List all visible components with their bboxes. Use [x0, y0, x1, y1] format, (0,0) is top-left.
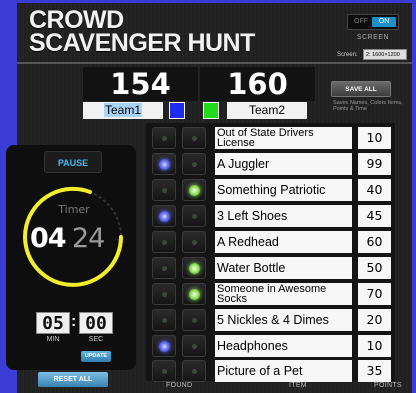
table-row: 5 Nickles & 4 Dimes 20	[146, 308, 395, 332]
team2-color-swatch[interactable]	[203, 102, 219, 119]
item-field[interactable]: A Redhead	[215, 231, 352, 253]
team2-found-button[interactable]	[182, 153, 206, 175]
team2-name-field[interactable]: Team2	[227, 102, 307, 119]
points-field[interactable]: 60	[358, 231, 391, 253]
points-field[interactable]: 10	[358, 127, 391, 149]
item-field[interactable]: A Juggler	[215, 153, 352, 175]
table-row: Something Patriotic 40	[146, 178, 395, 202]
content-layer: 154 160 Team1 Team2 SAVE ALL Saves Names…	[6, 3, 412, 393]
points-field[interactable]: 50	[358, 257, 391, 279]
team1-found-button[interactable]	[152, 153, 176, 175]
pause-button[interactable]: PAUSE	[44, 151, 102, 173]
points-field[interactable]: 40	[358, 179, 391, 201]
team1-color-swatch[interactable]	[169, 102, 185, 119]
save-note: Saves Names, Colors Items, Points & Time	[333, 100, 403, 113]
team1-found-button[interactable]	[152, 360, 176, 382]
item-field[interactable]: Water Bottle	[215, 257, 352, 279]
team1-found-button[interactable]	[152, 179, 176, 201]
timer-seconds: 24	[72, 223, 105, 254]
update-button[interactable]: UPDATE	[81, 351, 111, 362]
item-field[interactable]: Something Patriotic	[215, 179, 352, 201]
points-field[interactable]: 70	[358, 283, 391, 305]
item-field[interactable]: Out of State Drivers License	[215, 127, 352, 149]
table-row: Out of State Drivers License 10	[146, 126, 395, 150]
team1-found-button[interactable]	[152, 257, 176, 279]
time-colon: :	[71, 313, 77, 330]
team2-found-button[interactable]	[182, 309, 206, 331]
table-row: A Redhead 60	[146, 230, 395, 254]
item-field[interactable]: 3 Left Shoes	[215, 205, 352, 227]
team1-found-button[interactable]	[152, 205, 176, 227]
team1-name-text: Team1	[103, 103, 143, 117]
team2-found-button[interactable]	[182, 335, 206, 357]
team1-score: 154	[83, 67, 198, 101]
found-column-header: FOUND	[166, 382, 193, 389]
team1-found-button[interactable]	[152, 335, 176, 357]
team2-found-button[interactable]	[182, 283, 206, 305]
minutes-input[interactable]: 05	[36, 312, 70, 334]
points-field[interactable]: 99	[358, 153, 391, 175]
item-field[interactable]: Headphones	[215, 335, 352, 357]
team1-found-button[interactable]	[152, 231, 176, 253]
team1-found-button[interactable]	[152, 309, 176, 331]
item-field[interactable]: 5 Nickles & 4 Dimes	[215, 309, 352, 331]
points-field[interactable]: 10	[358, 335, 391, 357]
team1-found-button[interactable]	[152, 283, 176, 305]
team2-found-button[interactable]	[182, 179, 206, 201]
save-all-button[interactable]: SAVE ALL	[331, 81, 391, 97]
table-row: Water Bottle 50	[146, 256, 395, 280]
reset-all-button[interactable]: RESET ALL	[38, 372, 108, 387]
team2-score: 160	[200, 67, 315, 101]
team2-found-button[interactable]	[182, 127, 206, 149]
team1-found-button[interactable]	[152, 127, 176, 149]
points-field[interactable]: 35	[358, 360, 391, 382]
points-field[interactable]: 20	[358, 309, 391, 331]
table-row: Picture of a Pet 35	[146, 359, 395, 383]
team1-name-field[interactable]: Team1	[83, 102, 163, 119]
team2-found-button[interactable]	[182, 257, 206, 279]
item-column-header: ITEM	[289, 382, 307, 389]
team2-found-button[interactable]	[182, 205, 206, 227]
team2-found-button[interactable]	[182, 360, 206, 382]
points-field[interactable]: 45	[358, 205, 391, 227]
seconds-label: SEC	[88, 336, 104, 343]
timer-minutes: 04	[30, 223, 67, 254]
team2-found-button[interactable]	[182, 231, 206, 253]
table-row: 3 Left Shoes 45	[146, 204, 395, 228]
item-field[interactable]: Someone in Awesome Socks	[215, 283, 352, 305]
table-row: Headphones 10	[146, 334, 395, 358]
seconds-input[interactable]: 00	[79, 312, 113, 334]
item-field[interactable]: Picture of a Pet	[215, 360, 352, 382]
table-row: Someone in Awesome Socks 70	[146, 282, 395, 306]
timer-label: Timer	[58, 203, 90, 216]
points-column-header: POINTS	[374, 382, 402, 389]
minutes-label: MIN	[46, 336, 60, 343]
table-row: A Juggler 99	[146, 152, 395, 176]
